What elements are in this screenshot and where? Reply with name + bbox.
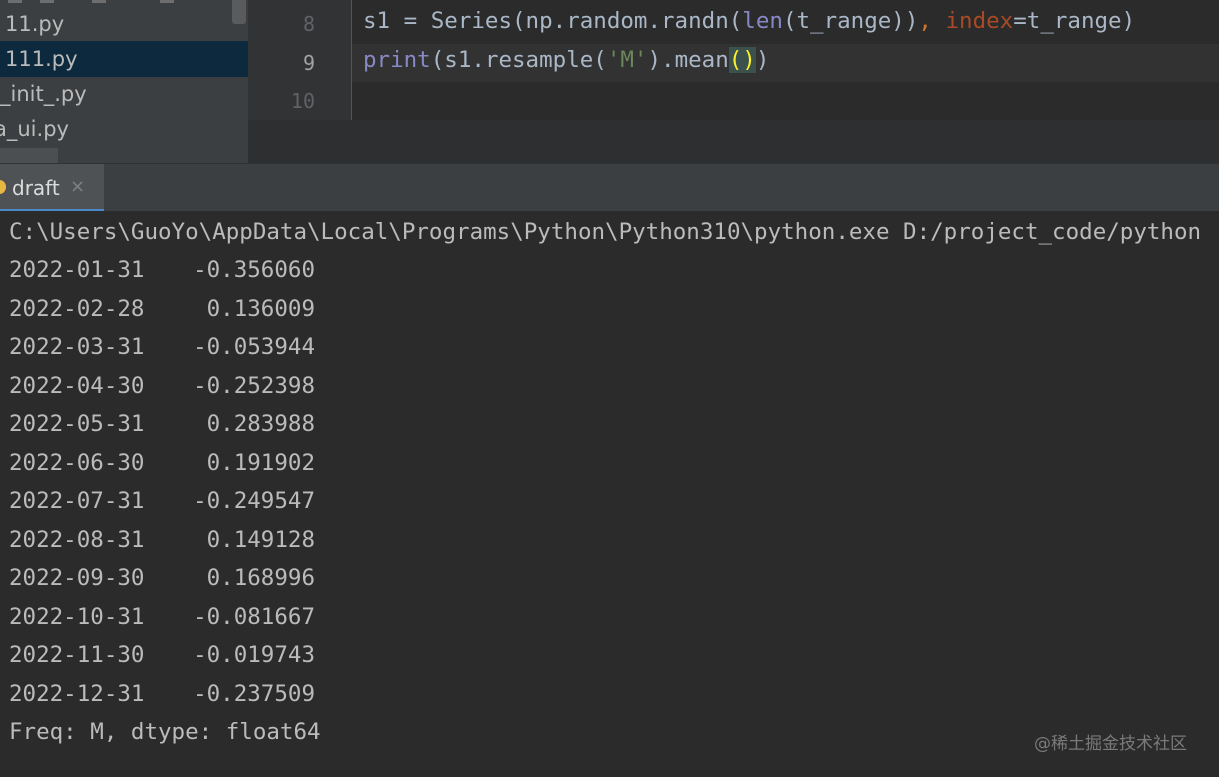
code-token: =t_range) [1013,8,1136,34]
row-value: 0.191902 [206,449,315,476]
row-date: 2022-04-30 [9,372,145,399]
code-line[interactable]: s1 = Series(np.random.randn(len(t_range)… [363,8,1135,34]
tree-item-label: _init_.py [0,82,87,106]
row-value: -0.053944 [193,334,315,360]
line-number-gutter: 8 9 10 [248,0,352,120]
row-date: 2022-01-31 [9,257,145,283]
row-value: -0.356060 [193,257,315,283]
python-run-icon [0,180,6,194]
code-token: len [742,8,783,34]
run-tab-label: draft [12,176,60,200]
row-value: -0.237509 [193,680,315,707]
row-value: 0.149128 [206,526,315,553]
project-tree[interactable]: 11.py 111.py _init_.py a_ui.py [0,0,248,163]
row-date: 2022-12-31 [9,680,145,707]
code-token: (s1.resample( [430,47,607,73]
tree-item-file[interactable]: _init_.py [0,76,248,112]
close-icon[interactable]: × [70,176,85,197]
row-value: 0.283988 [206,411,315,437]
run-tool-header: draft × [0,163,1219,212]
row-date: 2022-08-31 [9,526,145,553]
code-token: , [918,8,946,34]
line-number: 9 [302,51,315,75]
code-token: s1 = Series(np.random.randn( [363,8,743,34]
row-value: 0.136009 [206,295,315,322]
row-value: -0.019743 [193,642,315,668]
code-token: ).mean [647,47,729,73]
run-console-output[interactable]: C:\Users\GuoYo\AppData\Local\Programs\Py… [0,211,1219,777]
row-value: -0.249547 [193,488,315,514]
code-token: print [363,47,431,73]
line-number: 8 [302,12,315,36]
top-region: 11.py 111.py _init_.py a_ui.py 8 9 10 s1… [0,0,1219,163]
row-value: -0.081667 [193,603,315,630]
console-command-line: C:\Users\GuoYo\AppData\Local\Programs\Py… [9,219,1202,245]
code-token: index [945,8,1014,34]
code-line[interactable]: print(s1.resample('M').mean()) [363,47,769,73]
row-date: 2022-02-28 [9,295,145,322]
row-value: 0.168996 [206,565,315,591]
row-date: 2022-05-31 [9,411,145,437]
tree-item-label: 111.py [5,47,78,71]
tree-clipped-row [0,0,230,5]
run-tab-draft[interactable]: draft × [0,164,104,212]
console-footer-line: Freq: M, dtype: float64 [9,719,321,745]
code-editor[interactable]: 8 9 10 s1 = Series(np.random.randn(len(t… [248,0,1219,120]
row-date: 2022-06-30 [9,449,145,476]
code-token: () [728,47,756,73]
tree-item-file[interactable]: a_ui.py [0,111,248,147]
tree-item-file-selected[interactable]: 111.py [0,41,248,77]
code-token: 'M' [606,47,648,73]
line-number: 10 [290,89,315,113]
tree-item-label: a_ui.py [0,117,69,141]
row-date: 2022-11-30 [9,642,145,668]
row-date: 2022-10-31 [9,603,145,630]
tree-clipped-item [0,148,58,163]
watermark: @稀土掘金技术社区 [1034,734,1187,754]
row-date: 2022-03-31 [9,334,145,360]
editor-empty-area [248,120,1219,163]
tree-item-file[interactable]: 11.py [0,6,248,42]
tree-scrollbar[interactable] [232,0,246,24]
code-token: ) [755,47,770,73]
row-date: 2022-09-30 [9,565,145,591]
row-date: 2022-07-31 [9,488,145,514]
row-value: -0.252398 [193,372,315,399]
tree-item-label: 11.py [5,12,65,36]
code-token: (t_range)) [782,8,919,34]
